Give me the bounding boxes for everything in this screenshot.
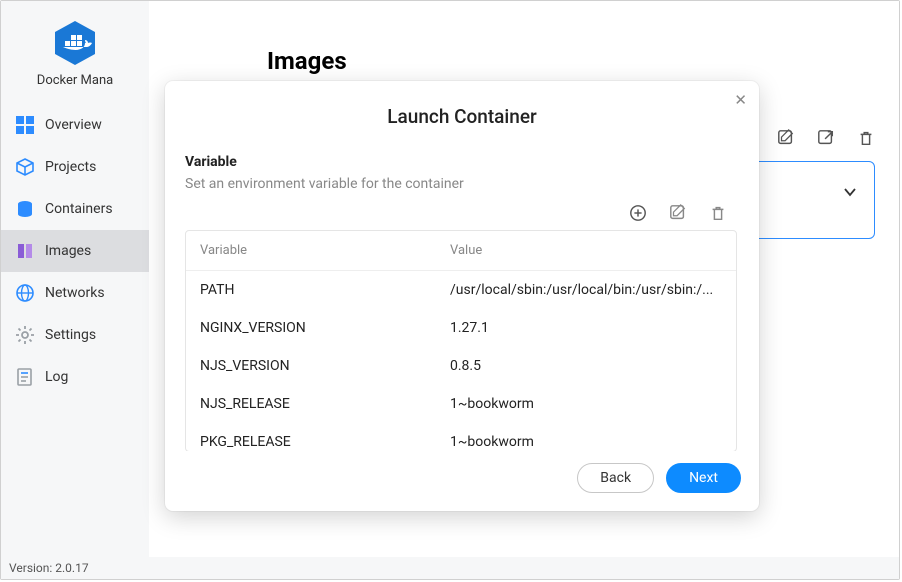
cell-value: 1.27.1 [450, 320, 722, 336]
back-button[interactable]: Back [577, 463, 654, 493]
trash-icon[interactable] [709, 204, 727, 222]
col-variable: Variable [200, 243, 450, 258]
cell-variable: NGINX_VERSION [200, 320, 450, 336]
section-label: Variable [185, 154, 737, 170]
cell-value: /usr/local/sbin:/usr/local/bin:/usr/sbin… [450, 282, 722, 298]
variables-table: Variable Value PATH /usr/local/sbin:/usr… [185, 230, 737, 451]
cell-variable: NJS_VERSION [200, 358, 450, 374]
cell-variable: PATH [200, 282, 450, 298]
cell-variable: NJS_RELEASE [200, 396, 450, 412]
modal-body: Variable Set an environment variable for… [165, 128, 759, 451]
section-desc: Set an environment variable for the cont… [185, 176, 737, 192]
close-icon[interactable]: ✕ [734, 91, 747, 109]
cell-value: 0.8.5 [450, 358, 722, 374]
edit-icon[interactable] [669, 204, 687, 222]
table-row[interactable]: NGINX_VERSION 1.27.1 [186, 309, 736, 347]
modal-footer: Back Next [165, 451, 759, 511]
cell-value: 1~bookworm [450, 396, 722, 412]
variable-toolbar [185, 204, 737, 222]
launch-container-modal: ✕ Launch Container Variable Set an envir… [165, 81, 759, 511]
cell-value: 1~bookworm [450, 434, 722, 450]
table-row[interactable]: NJS_VERSION 0.8.5 [186, 347, 736, 385]
modal-title: Launch Container [165, 81, 759, 128]
add-icon[interactable] [629, 204, 647, 222]
table-header: Variable Value [186, 231, 736, 271]
cell-variable: PKG_RELEASE [200, 434, 450, 450]
table-row[interactable]: PATH /usr/local/sbin:/usr/local/bin:/usr… [186, 271, 736, 309]
app-window: Help Docker Mana Ov [0, 0, 900, 580]
table-row[interactable]: NJS_RELEASE 1~bookworm [186, 385, 736, 423]
modal-overlay: ✕ Launch Container Variable Set an envir… [1, 1, 899, 579]
next-button[interactable]: Next [666, 463, 741, 493]
col-value: Value [450, 243, 722, 258]
table-row[interactable]: PKG_RELEASE 1~bookworm [186, 423, 736, 451]
